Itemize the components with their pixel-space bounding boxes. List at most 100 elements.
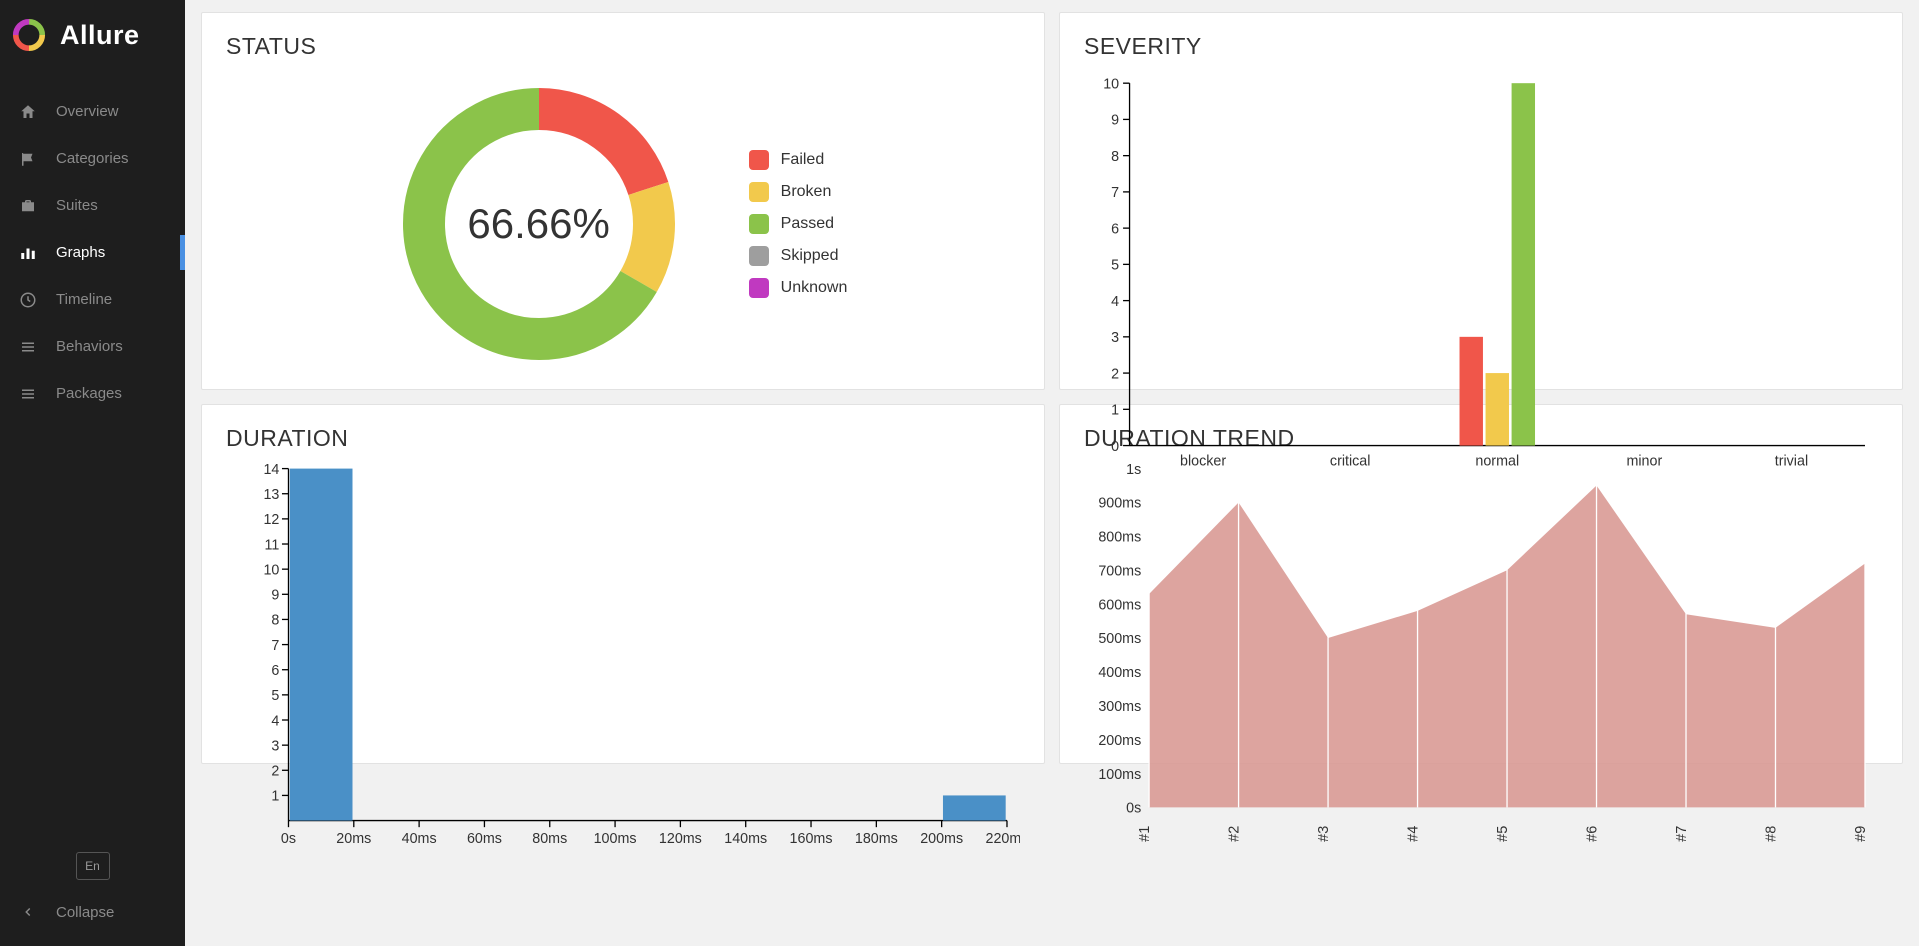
svg-text:220ms: 220ms xyxy=(986,831,1020,847)
language-button[interactable]: En xyxy=(76,852,110,880)
duration-panel: DURATION 12345678910111213140s20ms40ms60… xyxy=(201,404,1045,764)
nav-item-overview[interactable]: Overview xyxy=(0,88,185,135)
svg-text:200ms: 200ms xyxy=(920,831,963,847)
panel-title: DURATION xyxy=(226,425,1020,452)
chevron-left-icon xyxy=(18,902,38,922)
svg-text:100ms: 100ms xyxy=(594,831,637,847)
svg-text:7: 7 xyxy=(1111,185,1119,201)
nav-item-behaviors[interactable]: Behaviors xyxy=(0,323,185,370)
svg-text:10: 10 xyxy=(263,562,279,578)
nav-label: Suites xyxy=(56,197,98,214)
nav-item-packages[interactable]: Packages xyxy=(0,370,185,417)
svg-text:4: 4 xyxy=(271,713,279,729)
svg-text:9: 9 xyxy=(271,587,279,603)
sidebar-bottom: En Collapse xyxy=(0,840,185,946)
status-donut: 66.66% xyxy=(399,84,679,364)
panel-title: STATUS xyxy=(226,33,1020,60)
legend-item[interactable]: Skipped xyxy=(749,246,848,266)
legend-swatch xyxy=(749,182,769,202)
svg-text:0s: 0s xyxy=(281,831,296,847)
severity-chart: 012345678910blockercriticalnormalminortr… xyxy=(1084,70,1878,479)
svg-text:13: 13 xyxy=(263,487,279,503)
nav-item-categories[interactable]: Categories xyxy=(0,135,185,182)
panel-title: SEVERITY xyxy=(1084,33,1878,60)
nav-label: Graphs xyxy=(56,244,105,261)
svg-text:8: 8 xyxy=(271,613,279,629)
legend-label: Failed xyxy=(781,151,825,169)
nav-label: Behaviors xyxy=(56,338,123,355)
main-content: STATUS 66.66% Failed Broken Passed Skipped U… xyxy=(185,0,1919,946)
svg-text:11: 11 xyxy=(265,537,280,553)
svg-text:8: 8 xyxy=(1111,149,1119,165)
svg-text:800ms: 800ms xyxy=(1098,530,1141,546)
donut-center-label: 66.66% xyxy=(399,84,679,364)
svg-text:10: 10 xyxy=(1103,76,1119,92)
nav-item-graphs[interactable]: Graphs xyxy=(0,229,185,276)
svg-text:#7: #7 xyxy=(1674,826,1690,842)
svg-text:5: 5 xyxy=(1111,258,1119,274)
sidebar-header: Allure xyxy=(0,0,185,70)
legend-swatch xyxy=(749,214,769,234)
legend-item[interactable]: Passed xyxy=(749,214,848,234)
svg-text:2: 2 xyxy=(271,763,279,779)
svg-text:2: 2 xyxy=(1111,366,1119,382)
status-body: 66.66% Failed Broken Passed Skipped Unknown xyxy=(226,70,1020,377)
status-panel: STATUS 66.66% Failed Broken Passed Skipped U… xyxy=(201,12,1045,390)
svg-text:9: 9 xyxy=(1111,113,1119,129)
svg-text:6: 6 xyxy=(271,663,279,679)
svg-text:140ms: 140ms xyxy=(724,831,767,847)
nav-label: Timeline xyxy=(56,291,112,308)
svg-text:900ms: 900ms xyxy=(1098,496,1141,512)
collapse-button[interactable]: Collapse xyxy=(0,894,185,930)
svg-text:120ms: 120ms xyxy=(659,831,702,847)
svg-text:3: 3 xyxy=(1111,330,1119,346)
list-icon xyxy=(18,337,38,357)
svg-text:200ms: 200ms xyxy=(1098,733,1141,749)
svg-text:#5: #5 xyxy=(1495,826,1511,842)
legend-label: Unknown xyxy=(781,279,848,297)
svg-text:300ms: 300ms xyxy=(1098,699,1141,715)
legend-swatch xyxy=(749,278,769,298)
legend-swatch xyxy=(749,246,769,266)
svg-text:20ms: 20ms xyxy=(336,831,371,847)
severity-panel: SEVERITY 012345678910blockercriticalnorm… xyxy=(1059,12,1903,390)
brand-label: Allure xyxy=(60,20,140,51)
duration-chart: 12345678910111213140s20ms40ms60ms80ms100… xyxy=(226,462,1020,857)
nav-item-timeline[interactable]: Timeline xyxy=(0,276,185,323)
svg-text:5: 5 xyxy=(271,688,279,704)
svg-text:700ms: 700ms xyxy=(1098,563,1141,579)
clock-icon xyxy=(18,290,38,310)
collapse-label: Collapse xyxy=(56,904,114,921)
svg-text:60ms: 60ms xyxy=(467,831,502,847)
svg-text:0: 0 xyxy=(1111,439,1119,455)
svg-text:#3: #3 xyxy=(1316,826,1332,842)
svg-text:#8: #8 xyxy=(1764,826,1780,842)
legend-item[interactable]: Broken xyxy=(749,182,848,202)
bars-icon xyxy=(18,243,38,263)
legend-item[interactable]: Unknown xyxy=(749,278,848,298)
sidebar: Allure Overview Categories Suites Graphs Tim… xyxy=(0,0,185,946)
svg-text:180ms: 180ms xyxy=(855,831,898,847)
svg-text:1s: 1s xyxy=(1126,462,1141,478)
svg-text:500ms: 500ms xyxy=(1098,631,1141,647)
svg-text:600ms: 600ms xyxy=(1098,597,1141,613)
svg-text:80ms: 80ms xyxy=(532,831,567,847)
nav-label: Overview xyxy=(56,103,119,120)
svg-text:#4: #4 xyxy=(1406,826,1422,842)
svg-text:1: 1 xyxy=(271,789,279,805)
briefcase-icon xyxy=(18,196,38,216)
svg-text:400ms: 400ms xyxy=(1098,665,1141,681)
svg-text:4: 4 xyxy=(1111,294,1119,310)
svg-text:14: 14 xyxy=(263,462,279,478)
svg-text:100ms: 100ms xyxy=(1098,767,1141,783)
legend-label: Broken xyxy=(781,183,832,201)
svg-text:6: 6 xyxy=(1111,221,1119,237)
svg-text:#9: #9 xyxy=(1853,826,1869,842)
svg-text:#6: #6 xyxy=(1585,826,1601,842)
nav-item-suites[interactable]: Suites xyxy=(0,182,185,229)
status-legend: Failed Broken Passed Skipped Unknown xyxy=(749,150,848,298)
legend-label: Passed xyxy=(781,215,834,233)
svg-text:1: 1 xyxy=(1111,403,1119,419)
legend-item[interactable]: Failed xyxy=(749,150,848,170)
trend-chart: 0s100ms200ms300ms400ms500ms600ms700ms800… xyxy=(1084,462,1878,857)
